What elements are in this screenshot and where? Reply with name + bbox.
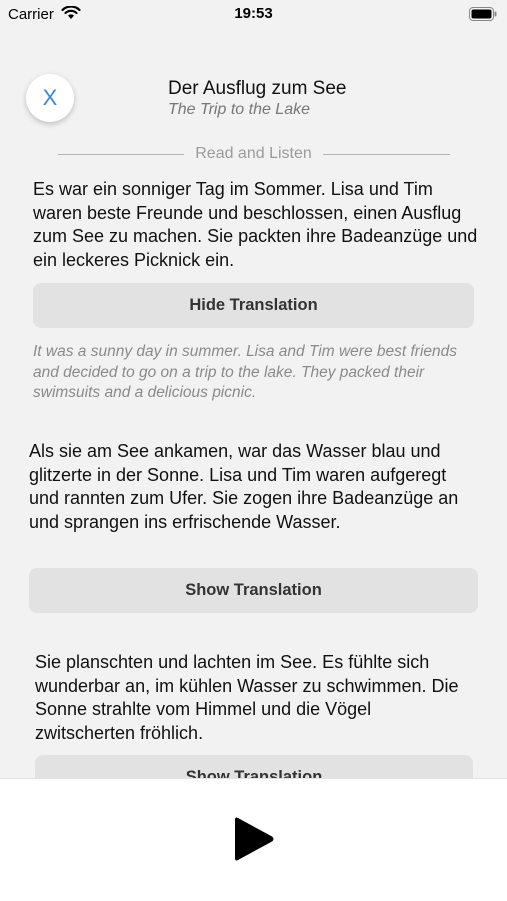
paragraph-1-translation: It was a sunny day in summer. Lisa and T… <box>33 343 457 401</box>
divider-line-right <box>323 154 450 155</box>
battery-icon <box>469 7 497 21</box>
story-subtitle: The Trip to the Lake <box>168 101 310 118</box>
hide-translation-button[interactable]: Hide Translation <box>33 283 474 328</box>
play-icon[interactable] <box>232 814 276 864</box>
button-label: Show Translation <box>185 581 322 599</box>
paragraph-3-text: Sie planschten und lachten im See. Es fü… <box>35 652 459 743</box>
button-label: Hide Translation <box>189 296 318 314</box>
close-button[interactable]: X <box>26 74 74 122</box>
story-title: Der Ausflug zum See <box>168 78 347 99</box>
status-bar: Carrier 19:53 <box>0 0 507 28</box>
close-label: X <box>42 85 58 110</box>
show-translation-button[interactable]: Show Translation <box>29 568 478 613</box>
paragraph-1-text: Es war ein sonniger Tag im Sommer. Lisa … <box>33 179 478 270</box>
status-time: 19:53 <box>234 5 273 22</box>
paragraph-2-text: Als sie am See ankamen, war das Wasser b… <box>29 441 459 532</box>
